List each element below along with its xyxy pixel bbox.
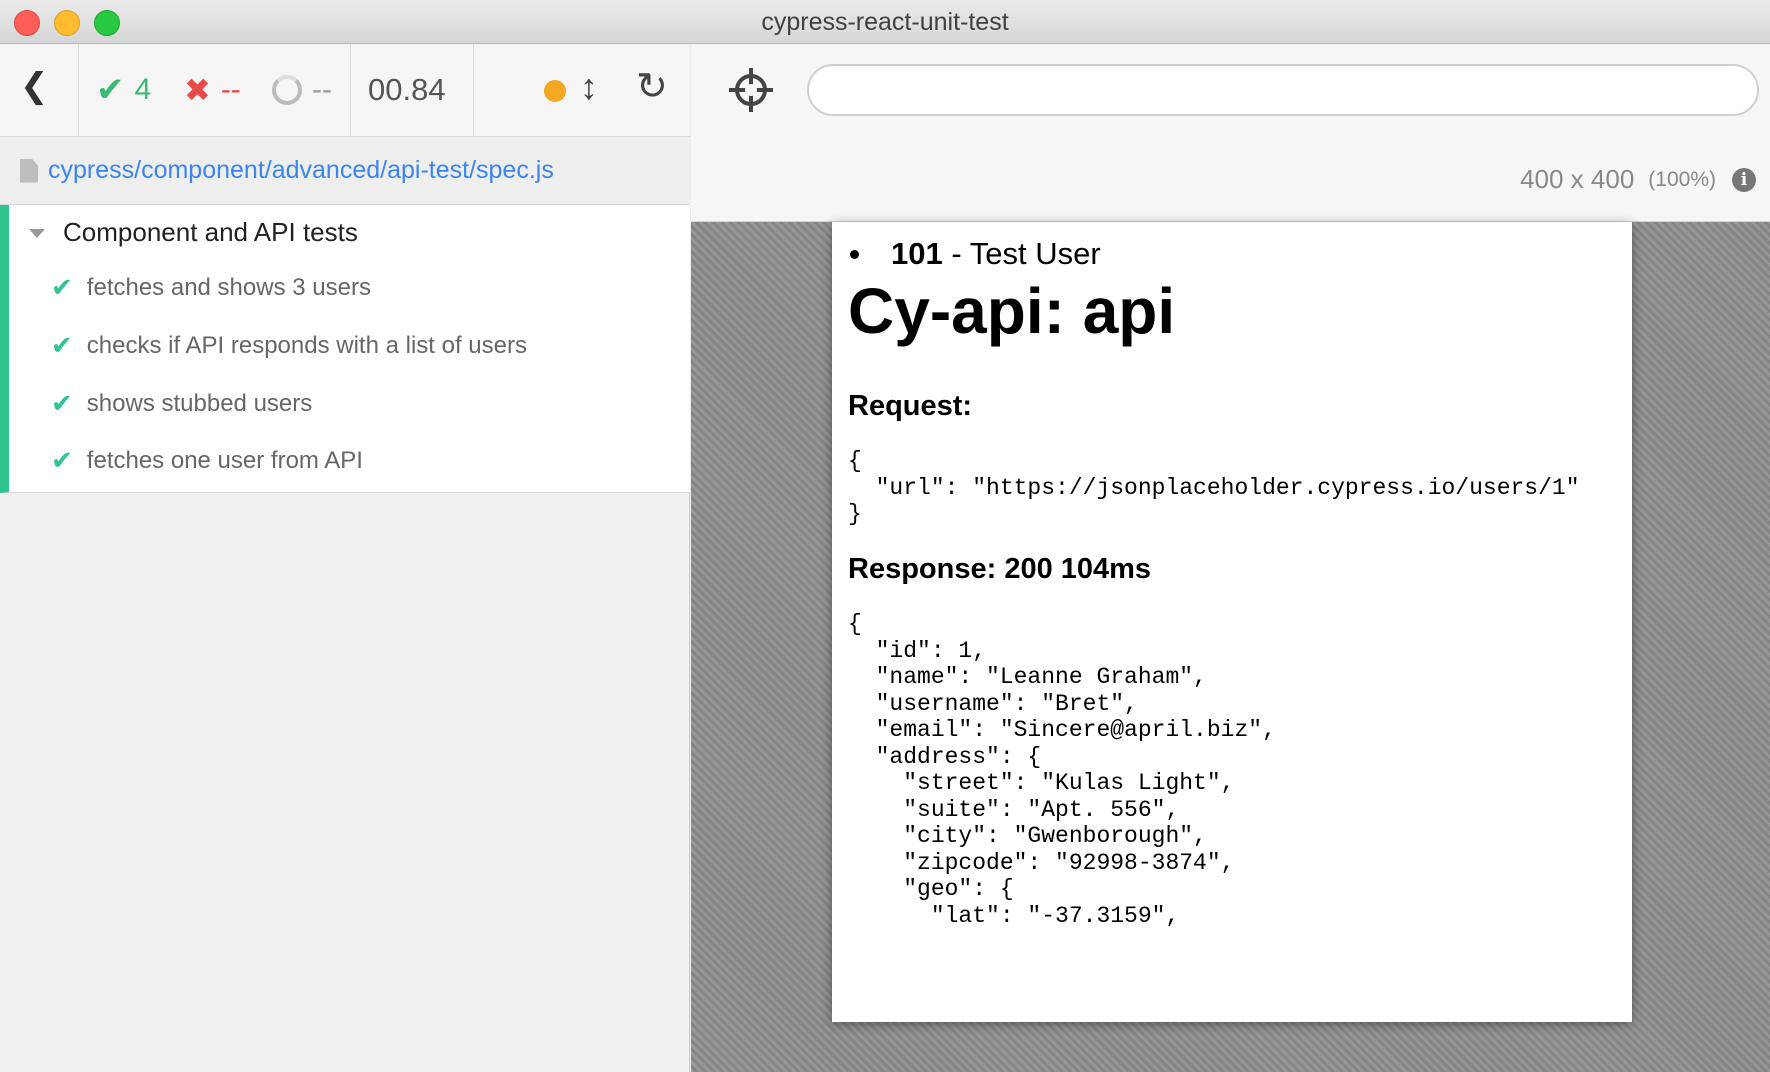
auto-scroll-toggle-icon[interactable]: ↕	[580, 66, 598, 108]
test-title: checks if API responds with a list of us…	[86, 331, 527, 359]
aut-header: 400 x 400 (100%) i	[691, 44, 1770, 222]
failed-count-value: --	[220, 73, 241, 106]
file-icon	[20, 158, 38, 183]
suite-header[interactable]: Component and API tests	[29, 217, 358, 248]
spec-file-bar: cypress/component/advanced/api-test/spec…	[0, 137, 690, 205]
viewport-scale: (100%)	[1648, 167, 1716, 191]
check-icon: ✔	[51, 272, 73, 302]
check-icon: ✔	[51, 388, 73, 418]
selector-playground-crosshair-icon[interactable]	[729, 68, 773, 112]
window-title: cypress-react-unit-test	[761, 8, 1009, 36]
response-label: Response: 200 104ms	[848, 553, 1152, 585]
user-id: 101	[891, 236, 943, 271]
rerun-tests-icon[interactable]: ↻	[636, 64, 668, 109]
response-json: { "id": 1, "name": "Leanne Graham", "use…	[848, 611, 1276, 929]
check-icon: ✔	[51, 330, 73, 360]
test-suite[interactable]: Component and API tests ✔ fetches and sh…	[0, 205, 690, 493]
user-list-item: 101 - Test User	[848, 236, 1101, 272]
suite-title: Component and API tests	[63, 217, 358, 247]
test-item[interactable]: ✔ checks if API responds with a list of …	[51, 330, 527, 361]
back-chevron-icon[interactable]: ❮	[20, 66, 49, 106]
test-title: fetches one user from API	[86, 446, 363, 474]
pending-count-value: --	[312, 73, 332, 106]
check-icon: ✔	[51, 445, 73, 475]
x-icon: ✖	[184, 72, 211, 108]
running-indicator-dot	[544, 80, 566, 102]
test-item[interactable]: ✔ fetches one user from API	[51, 445, 363, 476]
passed-count-value: 4	[134, 73, 152, 106]
passed-count[interactable]: ✔ 4	[96, 70, 151, 110]
test-title: fetches and shows 3 users	[86, 273, 371, 301]
request-label: Request:	[848, 390, 973, 422]
reporter-panel: ❮ ✔ 4 ✖ -- -- 00.84 ↕ ↻ cypress/componen…	[0, 44, 690, 1072]
spec-file-link[interactable]: cypress/component/advanced/api-test/spec…	[48, 156, 554, 185]
failed-count[interactable]: ✖ --	[184, 70, 241, 110]
check-icon: ✔	[96, 71, 125, 109]
request-json: { "url": "https://jsonplaceholder.cypres…	[848, 448, 1580, 527]
bullet-icon	[850, 249, 859, 259]
pending-count[interactable]: --	[272, 70, 332, 110]
window-titlebar: cypress-react-unit-test	[0, 0, 1770, 44]
divider	[78, 44, 79, 137]
reporter-stats-bar: ❮ ✔ 4 ✖ -- -- 00.84 ↕ ↻	[0, 44, 690, 137]
aut-url-input[interactable]	[807, 64, 1759, 116]
pending-spinner-icon	[272, 75, 302, 105]
info-icon[interactable]: i	[1732, 167, 1756, 192]
test-item[interactable]: ✔ shows stubbed users	[51, 388, 312, 419]
aut-iframe[interactable]: 101 - Test User Cy-api: api Request: { "…	[832, 222, 1632, 1022]
divider	[473, 44, 474, 137]
user-name: - Test User	[942, 236, 1101, 271]
viewport-size: 400 x 400	[1520, 164, 1635, 194]
divider	[350, 44, 351, 137]
test-title: shows stubbed users	[86, 389, 313, 417]
page-heading: Cy-api: api	[848, 275, 1176, 347]
collapse-caret-icon	[29, 229, 45, 238]
aut-canvas: 101 - Test User Cy-api: api Request: { "…	[691, 222, 1770, 1072]
viewport-info: 400 x 400 (100%) i	[1520, 164, 1756, 195]
run-duration: 00.84	[368, 72, 446, 107]
test-item[interactable]: ✔ fetches and shows 3 users	[51, 272, 371, 303]
